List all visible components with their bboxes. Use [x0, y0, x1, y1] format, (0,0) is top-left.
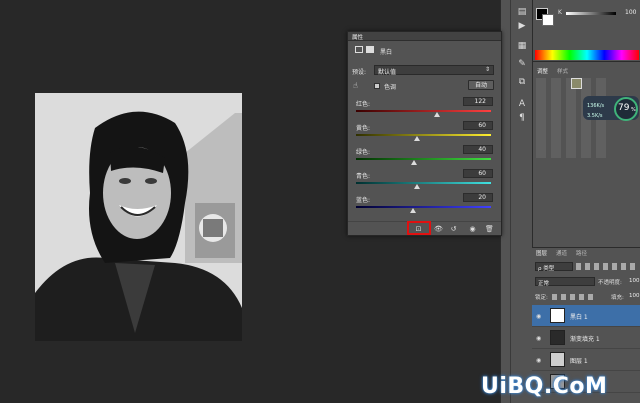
tab-styles[interactable]: 样式	[557, 67, 568, 75]
auto-button[interactable]: 自动	[468, 80, 494, 90]
auto-button-label: 自动	[474, 82, 487, 89]
slider-label: 黄色:	[356, 125, 371, 132]
chevron-down-icon: ⇕	[484, 66, 490, 73]
slider-row: 绿色: 40	[348, 145, 503, 169]
adjustments-panel: 调整 样式 136K/s 3.5K/s 79 %	[533, 66, 640, 166]
hand-tool-icon[interactable]: ☝	[353, 81, 358, 90]
delete-icon[interactable]: 🗑	[485, 225, 494, 233]
layer-filter-select[interactable]: ρ 类型	[535, 262, 573, 272]
slider-value-input[interactable]: 20	[463, 193, 493, 202]
percent-value: 79	[618, 103, 630, 113]
slider-label: 绿色:	[356, 149, 371, 156]
blend-mode-value: 正常	[538, 281, 550, 287]
properties-tab-label[interactable]: 属性	[352, 33, 363, 41]
slider-value-input[interactable]: 122	[463, 97, 493, 106]
portrait-image	[35, 93, 242, 341]
slider-track[interactable]	[356, 158, 491, 160]
slider-value-input[interactable]: 40	[463, 145, 493, 154]
layer-row[interactable]: ◉ 图层 1	[532, 349, 640, 371]
slider-track[interactable]	[356, 206, 491, 208]
history-icon[interactable]: ▤	[515, 6, 529, 18]
background-swatch[interactable]	[542, 14, 554, 26]
slider-row: 蓝色: 20	[348, 193, 503, 217]
slider-label: 蓝色:	[356, 197, 371, 204]
slider-thumb[interactable]	[409, 208, 416, 213]
eye-icon[interactable]: ◉	[536, 357, 541, 364]
properties-panel: 属性 黑白 预设: 默认值 ⇕ ☝ 色调 自动 红色: 122 黄色: 60 绿色: 40…	[347, 31, 502, 236]
opacity-label: 不透明度:	[598, 280, 622, 286]
slider-value-input[interactable]: 60	[463, 169, 493, 178]
layer-thumbnail	[550, 330, 565, 345]
layer-name: 图层 1	[570, 358, 588, 365]
adjustment-layer-icon[interactable]	[366, 46, 374, 53]
color-panel: K 100	[533, 0, 640, 62]
k-slider[interactable]	[566, 12, 616, 15]
layer-row[interactable]: ◉ 黑白 1	[532, 305, 640, 327]
slider-row: 黄色: 60	[348, 121, 503, 145]
slider-thumb[interactable]	[411, 160, 418, 165]
paragraph-icon[interactable]: ¶	[515, 112, 529, 124]
blend-mode-select[interactable]: 正常	[535, 277, 595, 287]
slider-thumb[interactable]	[413, 184, 420, 189]
adjustment-icon-selected[interactable]	[571, 78, 582, 89]
clone-icon[interactable]: ⧉	[515, 76, 529, 88]
slider-track[interactable]	[356, 182, 491, 184]
percent-unit: %	[631, 107, 636, 113]
slider-row: 青色: 60	[348, 169, 503, 193]
tab-channels[interactable]: 通道	[556, 249, 567, 257]
layer-name: 渐变填充 1	[570, 336, 600, 343]
speed-down: 3.5K/s	[587, 113, 603, 119]
properties-tab-bar[interactable]: 属性	[348, 32, 501, 41]
photo-black-white	[35, 93, 242, 341]
slider-track[interactable]	[356, 134, 491, 136]
preset-select[interactable]: 默认值 ⇕	[374, 65, 494, 76]
speed-up: 136K/s	[587, 103, 605, 109]
slider-label: 青色:	[356, 173, 371, 180]
layer-filter-icons[interactable]	[576, 263, 636, 270]
slider-track[interactable]	[356, 110, 491, 112]
panel-icon-strip: ▤ ▶ ▦ ✎ ⧉ A ¶	[510, 0, 532, 403]
layer-thumbnail	[550, 308, 565, 323]
site-watermark: UiBQ.CoM	[481, 374, 608, 399]
tab-layers[interactable]: 图层	[536, 249, 547, 257]
brush-icon[interactable]: ✎	[515, 58, 529, 70]
eye-icon[interactable]: ◉	[536, 313, 541, 320]
color-spectrum[interactable]	[535, 50, 639, 60]
fill-value[interactable]: 100	[629, 293, 640, 299]
slider-row: 红色: 122	[348, 97, 503, 121]
opacity-value[interactable]: 100	[629, 278, 640, 284]
slider-value-input[interactable]: 60	[463, 121, 493, 130]
tab-adjustments[interactable]: 调整	[537, 67, 548, 75]
adjustment-name: 黑白	[380, 49, 393, 56]
tint-checkbox[interactable]	[374, 83, 380, 89]
preset-label: 预设:	[352, 69, 367, 76]
layer-thumbnail	[550, 352, 565, 367]
adjustment-mask-icon[interactable]	[355, 46, 363, 53]
adjust-icon[interactable]: ▦	[515, 40, 529, 52]
view-previous-icon[interactable]: 👁	[434, 225, 443, 233]
lock-icons[interactable]	[552, 294, 594, 300]
slider-thumb[interactable]	[434, 112, 440, 117]
k-value[interactable]: 100	[625, 9, 636, 16]
visibility-icon[interactable]: ◉	[468, 225, 477, 233]
slider-thumb[interactable]	[413, 136, 420, 141]
layer-name: 黑白 1	[570, 314, 588, 321]
eye-icon[interactable]: ◉	[536, 335, 541, 342]
tab-paths[interactable]: 路径	[576, 249, 587, 257]
lock-label: 锁定:	[535, 295, 548, 301]
layer-row[interactable]: ◉ 渐变填充 1	[532, 327, 640, 349]
tint-label: 色调	[384, 84, 397, 91]
properties-footer: ⊡ 👁 ↺ ◉ 🗑	[348, 221, 501, 235]
reset-icon[interactable]: ↺	[449, 225, 458, 233]
layer-filter-label: ρ 类型	[538, 266, 555, 272]
clip-to-layer-icon[interactable]: ⊡	[414, 225, 423, 233]
fill-label: 填充:	[611, 295, 624, 301]
character-icon[interactable]: A	[515, 98, 529, 110]
play-icon[interactable]: ▶	[515, 20, 529, 32]
preset-value: 默认值	[378, 69, 397, 76]
k-label: K	[558, 9, 562, 16]
slider-label: 红色:	[356, 101, 371, 108]
